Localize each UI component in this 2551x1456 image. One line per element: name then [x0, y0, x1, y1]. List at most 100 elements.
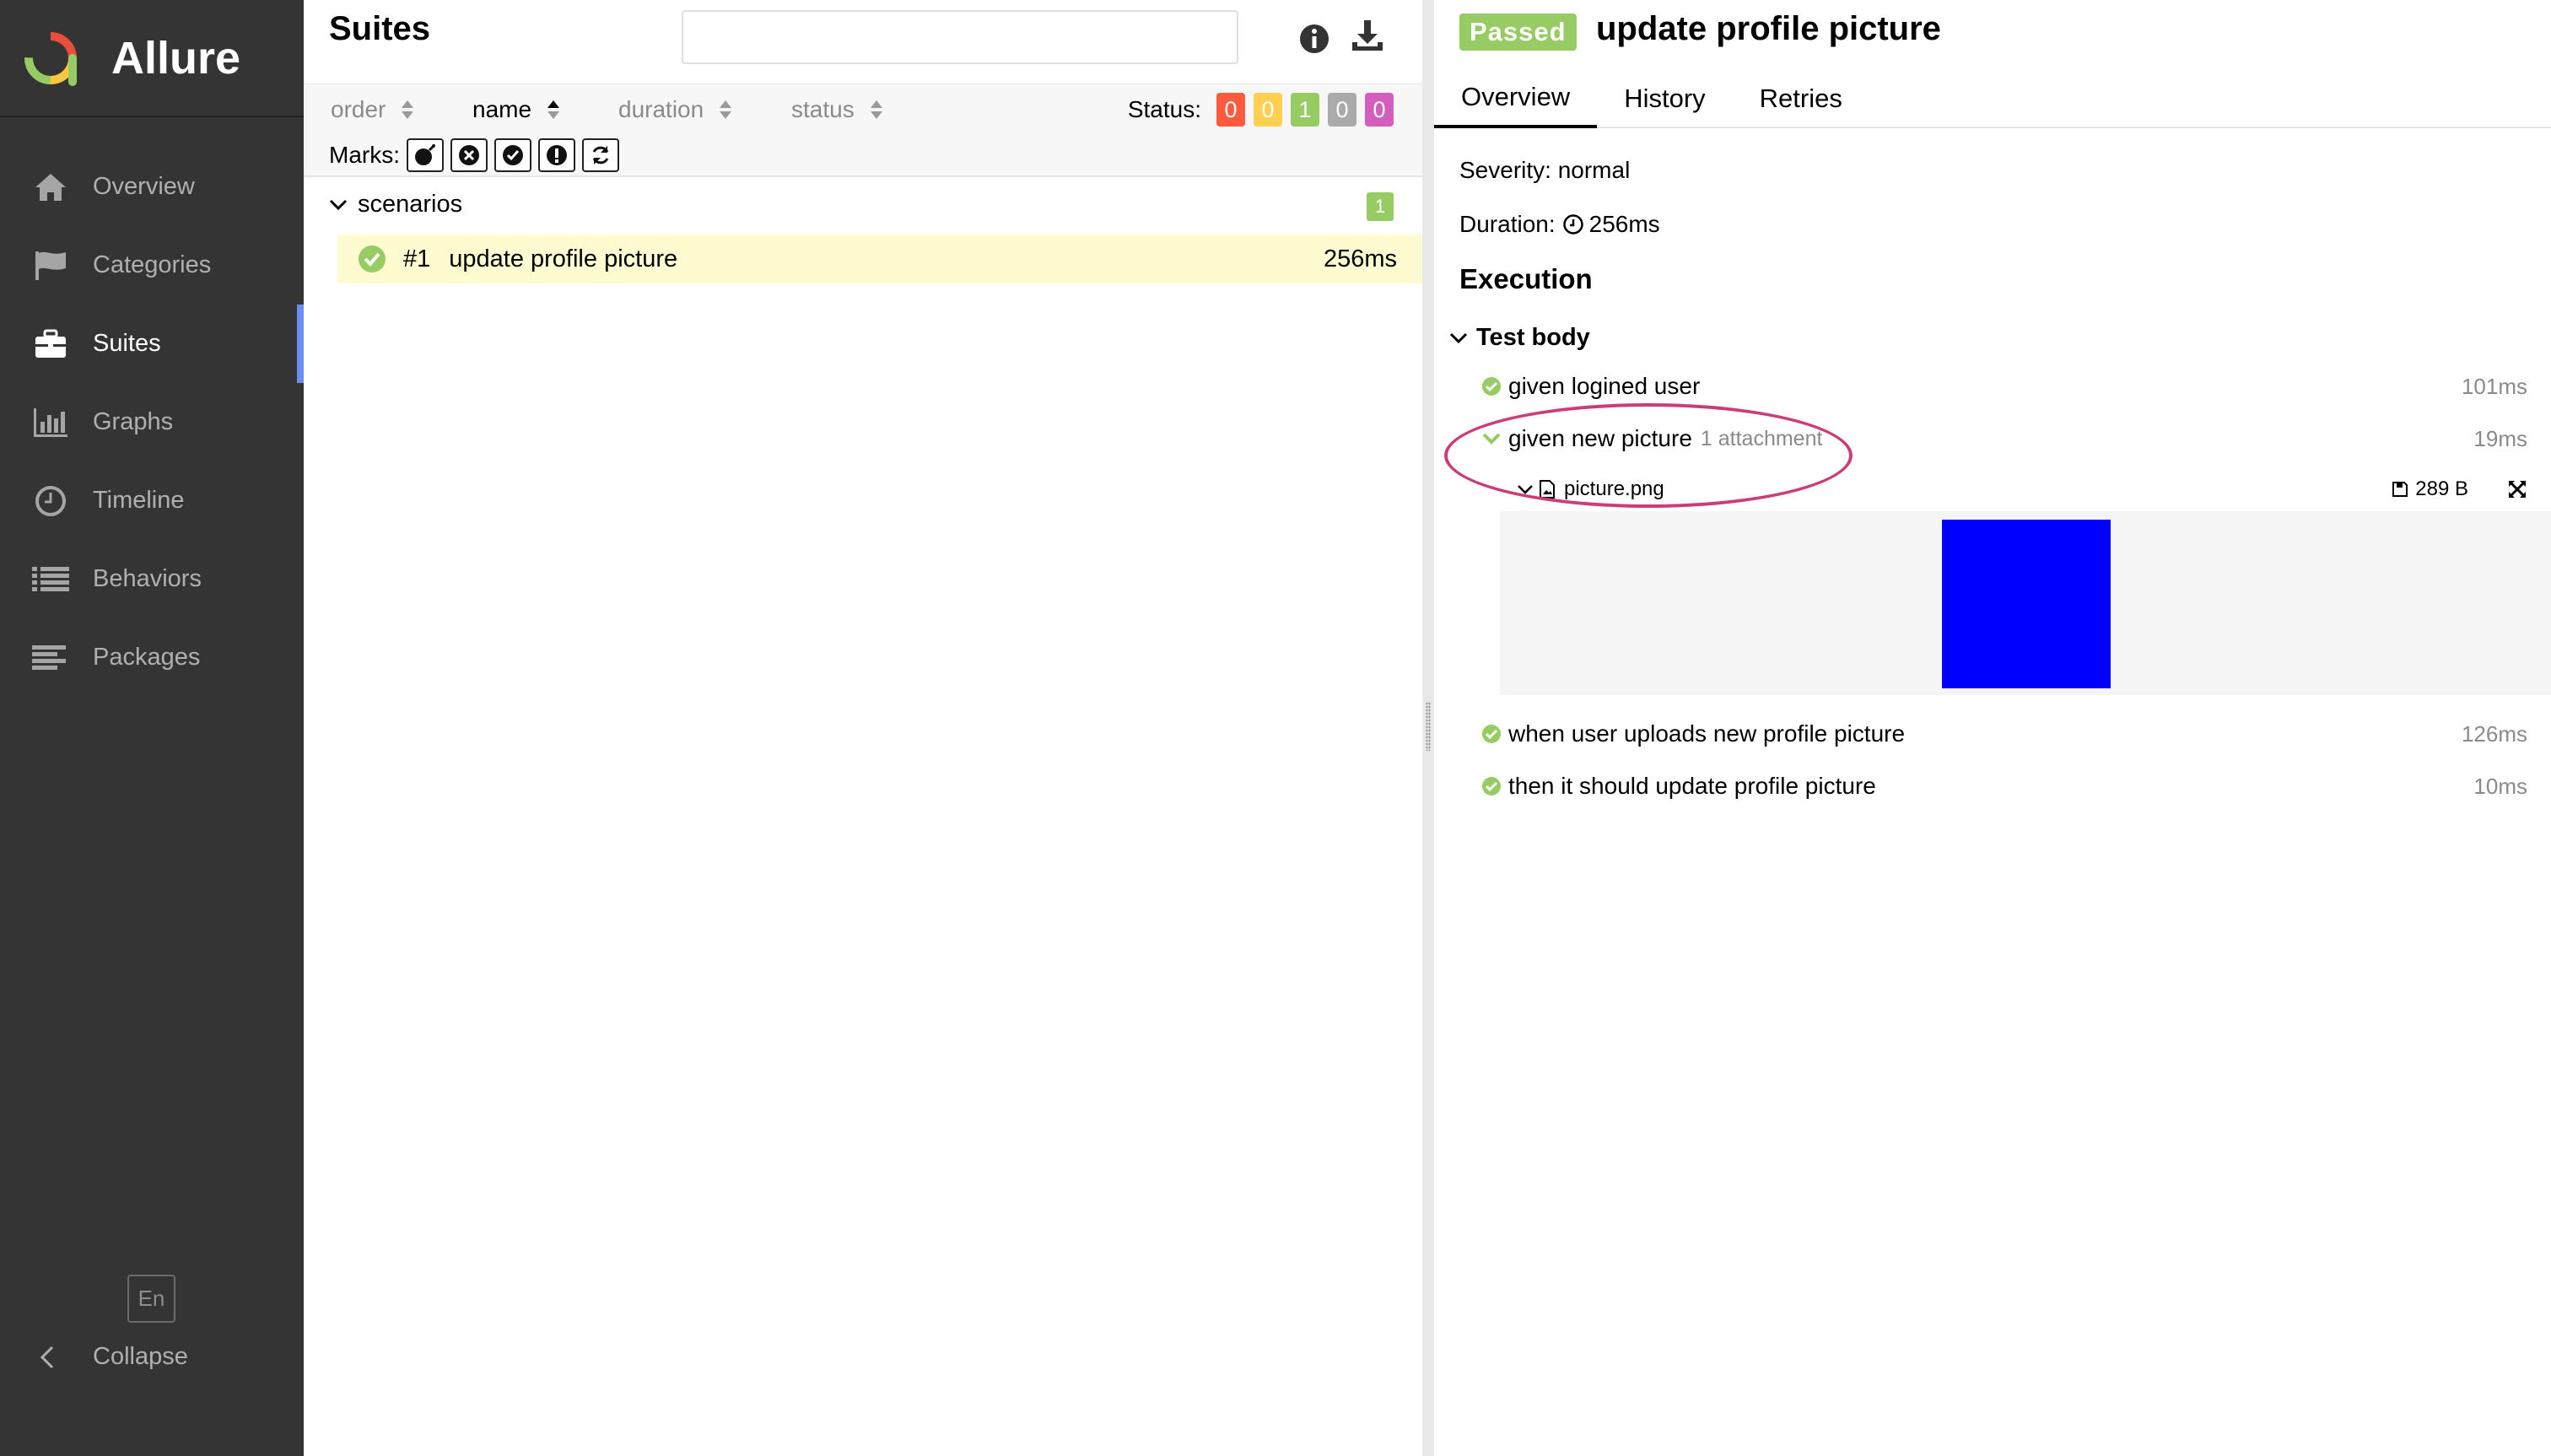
language-button[interactable]: En: [127, 1275, 175, 1323]
align-left-icon: [32, 639, 69, 677]
status-filter: Status: 0 0 1 0 0: [1128, 93, 1394, 127]
passed-status-icon: [1482, 777, 1501, 795]
status-failed-toggle[interactable]: 0: [1216, 93, 1245, 127]
sidebar-item-overview[interactable]: Overview: [0, 148, 304, 226]
collapse-label: Collapse: [93, 1343, 188, 1370]
sidebar-item-behaviors[interactable]: Behaviors: [0, 540, 304, 618]
bomb-icon: [415, 144, 435, 165]
status-filter-label: Status:: [1127, 96, 1201, 122]
marks-label: Marks:: [329, 142, 400, 168]
attachment-size: 289 B: [2392, 477, 2468, 501]
attachment-size-value: 289 B: [2415, 477, 2468, 500]
annotation-ellipse: [1444, 403, 1853, 508]
tab-retries[interactable]: Retries: [1733, 69, 1869, 128]
refresh-icon: [592, 146, 609, 164]
sort-icon: [870, 100, 882, 119]
test-title: update profile picture: [1596, 10, 1941, 47]
suites-header: Suites: [304, 0, 1422, 84]
sort-label: order: [331, 96, 386, 122]
step-row[interactable]: then it should update profile picture 10…: [1481, 773, 2527, 800]
severity-text: Severity: normal: [1459, 157, 1631, 183]
duration-row: Duration: 256ms: [1459, 211, 1660, 238]
exclamation-circle-icon: [547, 145, 567, 165]
mark-new-failed-toggle[interactable]: [450, 138, 488, 172]
sidebar-item-packages[interactable]: Packages: [0, 618, 304, 697]
sidebar-item-label: Timeline: [93, 487, 185, 514]
group-count-badge: 1: [1367, 192, 1394, 221]
test-body-label: Test body: [1476, 324, 1590, 351]
test-row[interactable]: #1 update profile picture 256ms: [337, 235, 1422, 283]
mark-flaky-toggle[interactable]: [407, 138, 444, 172]
bar-chart-icon: [32, 404, 69, 441]
step-row[interactable]: given logined user 101ms: [1481, 373, 2527, 400]
mark-retries-toggle[interactable]: [582, 138, 619, 172]
detail-tabs: Overview History Retries: [1434, 69, 2551, 128]
brand[interactable]: Allure: [0, 0, 304, 117]
test-number: #1: [403, 245, 431, 272]
clock-icon: [1562, 214, 1583, 235]
sort-status[interactable]: status: [791, 96, 883, 123]
sidebar-item-suites[interactable]: Suites: [0, 305, 304, 383]
sort-icon: [720, 100, 732, 119]
tab-overview[interactable]: Overview: [1434, 69, 1598, 128]
chevron-down-icon: [1449, 332, 1468, 343]
sidebar-nav: Overview Categories Suites Graphs Timeli…: [0, 148, 304, 697]
passed-status-icon: [359, 245, 386, 272]
test-detail-pane: Passed update profile picture Overview H…: [1434, 0, 2551, 1456]
sort-label: duration: [618, 96, 704, 122]
step-name: then it should update profile picture: [1508, 773, 1876, 799]
clock-icon: [32, 483, 69, 520]
step-duration: 10ms: [2473, 773, 2527, 799]
expand-icon[interactable]: [2507, 479, 2527, 499]
sidebar-item-label: Categories: [93, 251, 212, 278]
times-circle-icon: [459, 145, 479, 165]
download-icon[interactable]: [1350, 19, 1385, 54]
status-skipped-toggle[interactable]: 0: [1328, 93, 1356, 127]
passed-status-icon: [1482, 377, 1501, 396]
sidebar-item-label: Behaviors: [93, 565, 202, 592]
search-input[interactable]: [682, 10, 1238, 64]
sidebar: Allure Overview Categories Suites Graphs: [0, 0, 304, 1456]
sort-name[interactable]: name: [472, 96, 560, 123]
status-passed-toggle[interactable]: 1: [1291, 93, 1319, 127]
collapse-button[interactable]: Collapse: [37, 1343, 188, 1371]
sort-label: name: [472, 96, 532, 122]
briefcase-icon: [32, 326, 69, 363]
status-broken-toggle[interactable]: 0: [1254, 93, 1282, 127]
allure-logo: [24, 31, 77, 86]
sort-label: status: [791, 96, 855, 122]
duration-value: 256ms: [1588, 211, 1660, 237]
mark-new-passed-toggle[interactable]: [494, 138, 531, 172]
step-duration: 101ms: [2461, 373, 2527, 399]
splitter-grip[interactable]: [1426, 702, 1431, 751]
status-badge: Passed: [1459, 13, 1577, 51]
flag-icon: [32, 247, 69, 284]
sidebar-item-label: Overview: [93, 173, 195, 200]
sidebar-item-timeline[interactable]: Timeline: [0, 461, 304, 540]
tree-group-scenarios[interactable]: scenarios: [329, 191, 462, 218]
test-duration: 256ms: [1323, 245, 1397, 272]
sidebar-item-graphs[interactable]: Graphs: [0, 383, 304, 461]
test-body-toggle[interactable]: Test body: [1449, 324, 1590, 352]
step-row[interactable]: when user uploads new profile picture 12…: [1481, 720, 2527, 747]
check-circle-icon: [503, 145, 523, 165]
sort-duration[interactable]: duration: [618, 96, 732, 123]
sidebar-item-label: Suites: [93, 330, 161, 357]
chevron-down-icon: [329, 199, 348, 210]
mark-new-broken-toggle[interactable]: [538, 138, 575, 172]
sort-order[interactable]: order: [331, 96, 414, 123]
page-title: Suites: [329, 10, 431, 47]
attachment-image: [1942, 520, 2111, 688]
execution-heading: Execution: [1459, 263, 1593, 294]
sidebar-item-label: Packages: [93, 644, 201, 671]
save-icon: [2392, 482, 2408, 497]
status-unknown-toggle[interactable]: 0: [1365, 93, 1394, 127]
tab-history[interactable]: History: [1597, 69, 1732, 128]
step-duration: 126ms: [2461, 720, 2527, 747]
attachment-preview: [1500, 511, 2551, 695]
list-icon: [32, 561, 69, 598]
app-name: Allure: [111, 32, 241, 84]
test-name: update profile picture: [449, 245, 678, 272]
sidebar-item-categories[interactable]: Categories: [0, 226, 304, 305]
info-icon[interactable]: [1297, 22, 1331, 56]
